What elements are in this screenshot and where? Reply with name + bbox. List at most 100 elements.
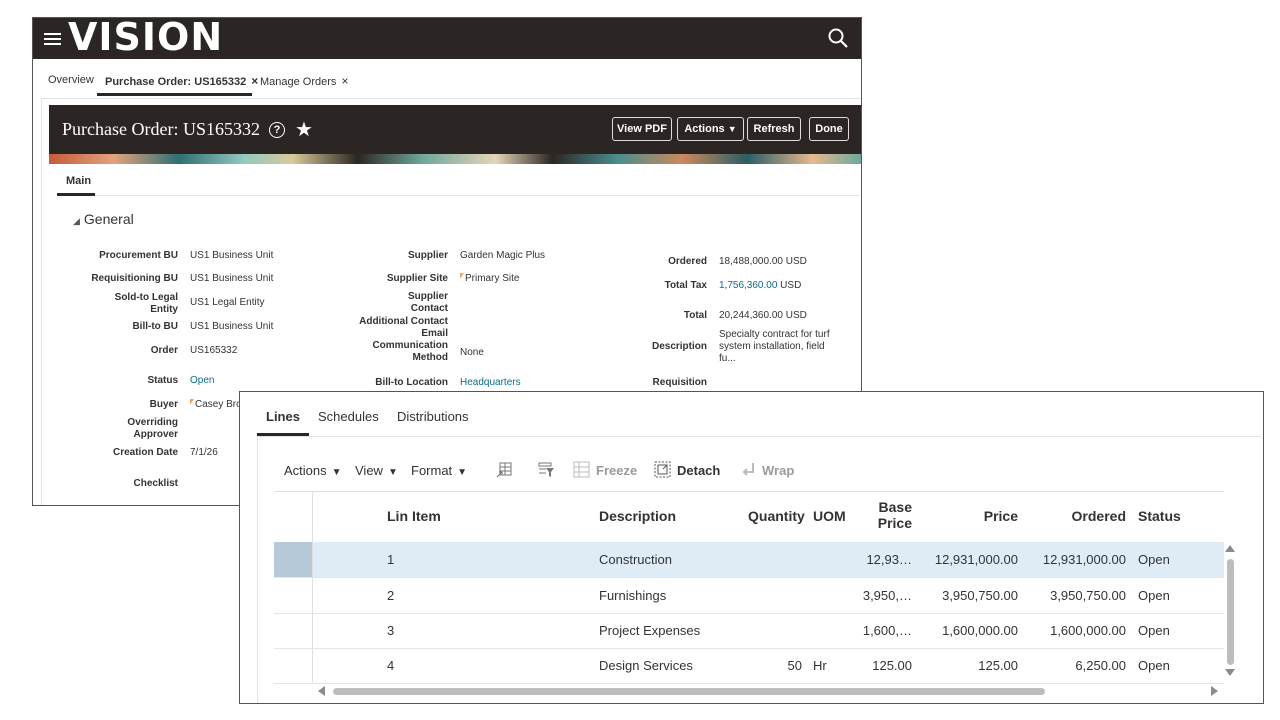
tab-main[interactable]: Main <box>66 175 91 187</box>
detach-button[interactable]: Detach <box>677 463 720 478</box>
scroll-down-icon[interactable] <box>1225 669 1235 676</box>
cell-price: 1,600,000.00 <box>942 623 1018 638</box>
section-general[interactable]: ◢ General <box>73 211 134 227</box>
currency: USD <box>780 280 802 291</box>
col-uom[interactable]: UOM <box>813 508 846 524</box>
cell-ordered: 1,600,000.00 <box>1050 623 1126 638</box>
value-total: 20,244,360.00 USD <box>719 310 807 322</box>
scrollbar-thumb[interactable] <box>1227 559 1234 665</box>
help-icon[interactable]: ? <box>269 122 285 138</box>
label-checklist: Checklist <box>133 478 178 489</box>
label-sold-to-legal-entity: Sold-to Legal Entity <box>114 292 178 315</box>
scroll-left-icon[interactable] <box>318 686 325 696</box>
label-total: Total <box>683 310 707 321</box>
cell-ordered: 3,950,750.00 <box>1050 588 1126 603</box>
label-status: Status <box>147 375 178 386</box>
scroll-right-icon[interactable] <box>1211 686 1218 696</box>
row-selector[interactable] <box>274 613 312 648</box>
cell-ordered: 6,250.00 <box>1075 658 1126 673</box>
value-bill-to-bu: US1 Business Unit <box>190 321 274 332</box>
table-row[interactable]: 2 Furnishings 3,950,… 3,950,750.00 3,950… <box>274 578 1224 614</box>
value-supplier: Garden Magic Plus <box>460 250 546 261</box>
label-supplier-site: Supplier Site <box>386 273 448 284</box>
page-header: Purchase Order: US165332 ? ★ View PDF Ac… <box>49 105 861 154</box>
cell-base-price: 1,600,… <box>862 623 912 638</box>
buyer-name: Casey Bro <box>195 399 242 410</box>
tab-distributions[interactable]: Distributions <box>397 409 469 424</box>
page-title: Purchase Order: US165332 <box>62 119 260 139</box>
table-header: Lin Item Description Quantity UOM Base Pr… <box>274 491 1224 543</box>
col-base-price[interactable]: Base Price <box>862 499 912 531</box>
value-bill-to-location[interactable]: Headquarters <box>460 377 521 389</box>
row-selector[interactable] <box>274 578 312 613</box>
cell-price: 125.00 <box>978 658 1018 673</box>
table-row[interactable]: 3 Project Expenses 1,600,… 1,600,000.00 … <box>274 613 1224 649</box>
cell-base-price: 12,93… <box>866 552 912 567</box>
toolbar-actions-menu[interactable]: Actions ▼ <box>284 463 342 478</box>
table-row[interactable]: 4 Design Services 50 Hr 125.00 125.00 6,… <box>274 648 1224 684</box>
col-quantity[interactable]: Quantity <box>748 508 805 524</box>
refresh-button[interactable]: Refresh <box>747 117 801 141</box>
add-row-icon[interactable] <box>496 461 513 478</box>
value-buyer[interactable]: Casey Bro <box>190 399 242 411</box>
menu-icon[interactable] <box>44 33 61 45</box>
close-icon[interactable]: × <box>341 74 348 88</box>
cell-line: 2 <box>387 588 395 603</box>
chevron-down-icon: ▼ <box>457 467 468 478</box>
collapse-icon[interactable]: ◢ <box>73 216 80 226</box>
horizontal-scrollbar[interactable] <box>318 686 1220 696</box>
freeze-button: Freeze <box>596 463 638 478</box>
col-line[interactable]: Lin <box>387 508 408 524</box>
view-label: View <box>355 463 383 478</box>
row-selector[interactable] <box>274 648 312 683</box>
app-header: VISION <box>33 18 861 59</box>
tab-overview[interactable]: Overview <box>48 74 94 86</box>
value-sold-to-legal-entity: US1 Legal Entity <box>190 297 265 308</box>
table-row[interactable]: 1 Construction 12,93… 12,931,000.00 12,9… <box>274 542 1224 578</box>
lines-table: Lin Item Description Quantity UOM Base Pr… <box>274 491 1240 684</box>
detach-icon[interactable] <box>654 461 671 478</box>
value-creation-date: 7/1/26 <box>190 447 218 458</box>
col-status[interactable]: Status <box>1138 508 1181 524</box>
cell-line: 1 <box>387 552 395 567</box>
toolbar-format-menu[interactable]: Format ▼ <box>411 463 467 478</box>
cell-price: 3,950,750.00 <box>942 588 1018 603</box>
tab-manage-orders[interactable]: Manage Orders × <box>260 74 348 88</box>
value-ordered: 18,488,000.00 USD <box>719 256 807 268</box>
cell-description: Construction <box>599 552 672 567</box>
view-pdf-button[interactable]: View PDF <box>612 117 672 141</box>
value-procurement-bu: US1 Business Unit <box>190 250 274 261</box>
cell-quantity: 50 <box>787 658 802 673</box>
tab-lines[interactable]: Lines <box>266 409 300 424</box>
label-total-tax: Total Tax <box>664 280 707 291</box>
scrollbar-thumb[interactable] <box>333 688 1045 695</box>
col-ordered[interactable]: Ordered <box>1056 508 1126 524</box>
tab-schedules[interactable]: Schedules <box>318 409 379 424</box>
freeze-icon <box>573 461 590 478</box>
col-item[interactable]: Item <box>412 508 441 524</box>
cell-line: 3 <box>387 623 395 638</box>
flag-icon <box>460 273 464 279</box>
favorite-star-icon[interactable]: ★ <box>295 117 313 142</box>
vertical-scrollbar[interactable] <box>1225 545 1235 676</box>
tab-purchase-order[interactable]: Purchase Order: US165332 × <box>105 74 258 88</box>
value-status[interactable]: Open <box>190 375 214 387</box>
wrap-icon <box>742 463 754 476</box>
flag-icon <box>190 399 194 405</box>
col-price[interactable]: Price <box>954 508 1018 524</box>
toolbar-view-menu[interactable]: View ▼ <box>355 463 398 478</box>
done-button[interactable]: Done <box>809 117 849 141</box>
col-description[interactable]: Description <box>599 508 676 524</box>
search-icon[interactable] <box>828 28 848 48</box>
actions-button[interactable]: Actions ▼ <box>677 117 744 141</box>
label-description: Description <box>651 341 707 352</box>
label-communication-method: Communication Method <box>372 340 448 363</box>
query-filter-icon[interactable] <box>538 461 555 478</box>
close-icon[interactable]: × <box>251 74 258 88</box>
section-title: General <box>83 211 134 227</box>
cell-status: Open <box>1138 552 1170 567</box>
scroll-up-icon[interactable] <box>1225 545 1235 552</box>
row-selector[interactable] <box>274 542 312 577</box>
cell-description: Furnishings <box>599 588 667 603</box>
total-tax-link[interactable]: 1,756,360.00 <box>719 280 777 291</box>
